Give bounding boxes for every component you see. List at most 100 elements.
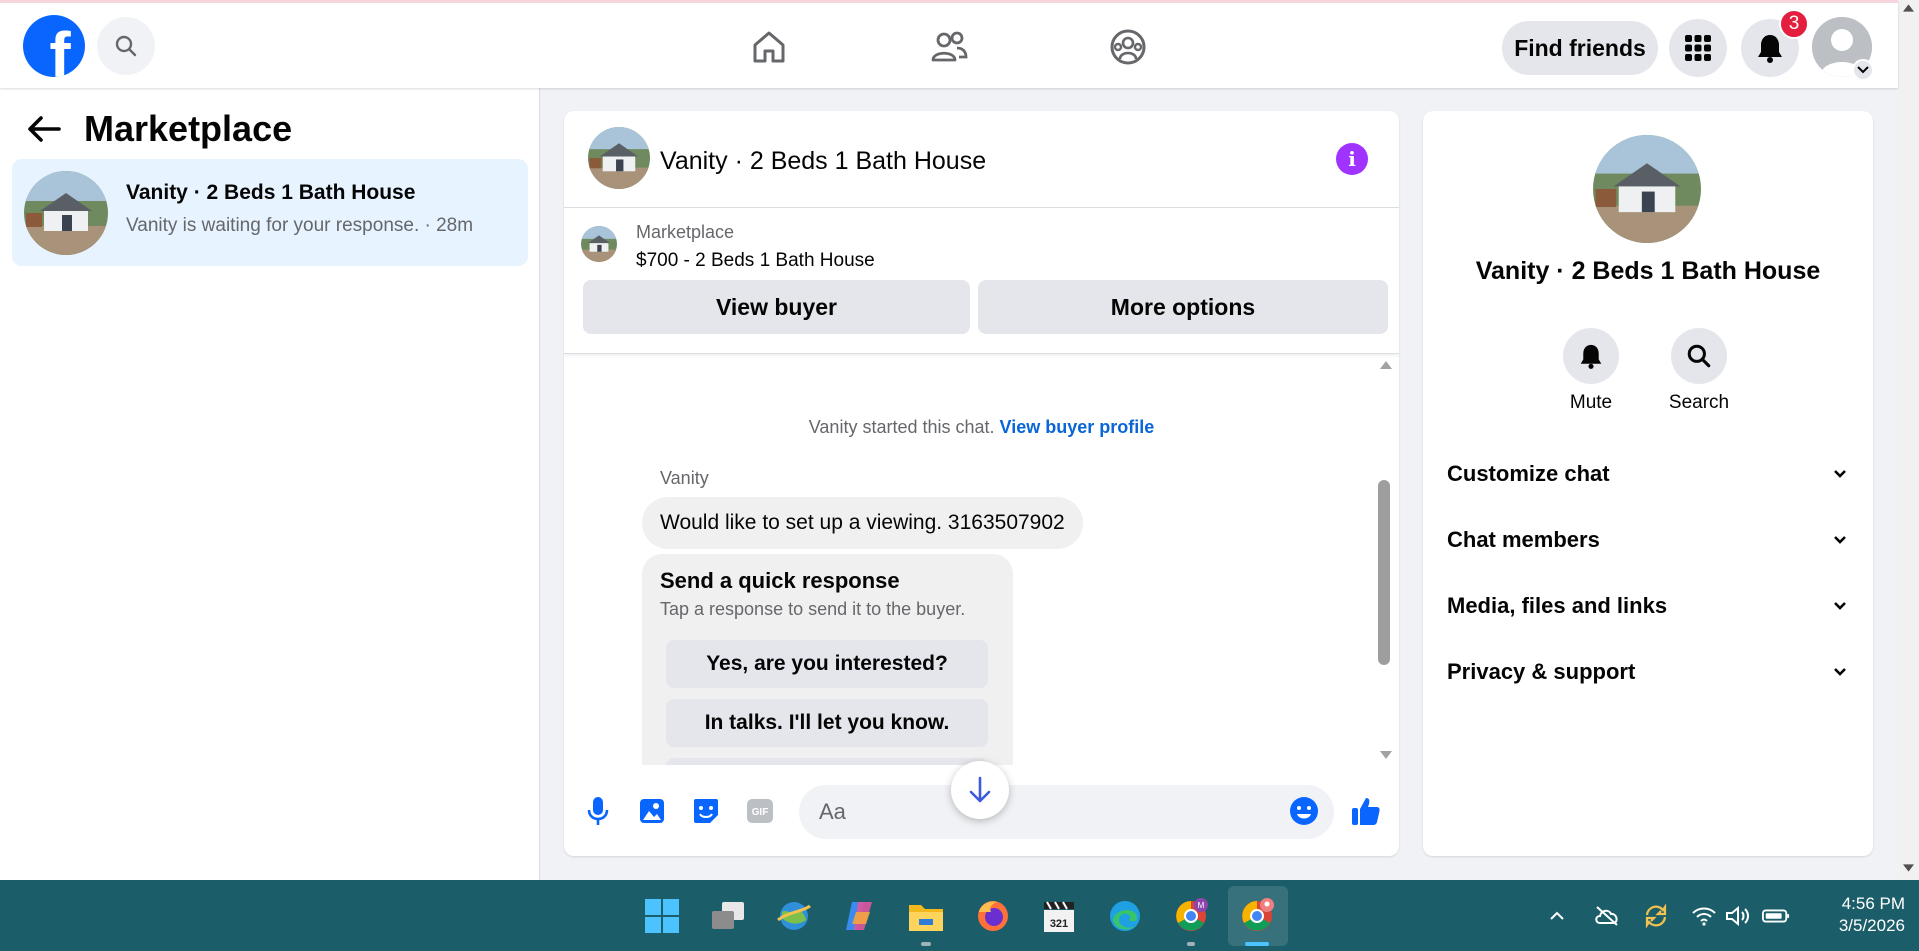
firefox-icon (978, 901, 1008, 931)
chrome-icon: M (1176, 898, 1208, 931)
battery-icon (1762, 909, 1790, 923)
taskbar-app-globe[interactable] (774, 896, 814, 936)
home-tab[interactable] (745, 23, 793, 71)
system-clock[interactable]: 4:56 PM 3/5/2026 (1805, 893, 1905, 937)
taskbar-app-edge[interactable] (1105, 896, 1145, 936)
taskbar-app-file-explorer[interactable] (906, 896, 946, 936)
message-composer: GIF (564, 761, 1399, 856)
find-friends-button[interactable]: Find friends (1502, 21, 1658, 75)
microphone-icon (587, 797, 609, 825)
copilot-icon (846, 902, 872, 930)
chevron-down-icon (1834, 668, 1846, 676)
chat-scrollbar-thumb[interactable] (1378, 480, 1390, 665)
groups-tab[interactable] (1104, 23, 1152, 71)
media-files-links-section[interactable]: Media, files and links (1447, 586, 1847, 626)
info-icon[interactable]: i (1336, 143, 1368, 175)
quick-response-title: Send a quick response (660, 568, 900, 593)
search-icon (1687, 344, 1711, 368)
sync-status[interactable] (1642, 902, 1670, 930)
chrome-icon (1242, 898, 1274, 931)
section-label: Media, files and links (1447, 593, 1668, 618)
voice-clip-button[interactable] (582, 795, 614, 827)
quick-response-option[interactable] (666, 758, 988, 765)
quick-response-card: Send a quick response Tap a response to … (642, 554, 1013, 765)
view-buyer-profile-link[interactable]: View buyer profile (1000, 417, 1155, 437)
search-icon (115, 35, 137, 57)
listing-thumbnail (581, 226, 617, 262)
sticker-button[interactable] (690, 795, 722, 827)
start-button[interactable] (642, 896, 682, 936)
message-input[interactable] (799, 785, 1334, 839)
chevron-down-icon (1834, 536, 1846, 544)
chat-profile-photo[interactable] (1593, 135, 1701, 243)
svg-text:321: 321 (1050, 918, 1068, 930)
taskbar-app-copilot[interactable] (840, 896, 880, 936)
search-label: Search (1668, 392, 1730, 413)
gif-button[interactable]: GIF (744, 795, 776, 827)
thumbs-up-icon (1352, 798, 1380, 825)
top-navigation-bar: f Find friends 3 (0, 0, 1898, 88)
wifi-icon (1692, 907, 1716, 926)
attach-photo-button[interactable] (636, 795, 668, 827)
quick-response-option[interactable]: Yes, are you interested? (666, 640, 988, 688)
quick-response-subtitle: Tap a response to send it to the buyer. (660, 599, 966, 619)
chevron-down-icon (1834, 602, 1846, 610)
menu-button[interactable] (1669, 19, 1727, 77)
sync-icon (1645, 903, 1667, 929)
section-label: Privacy & support (1447, 659, 1636, 684)
scroll-to-bottom-button[interactable] (951, 761, 1009, 819)
system-message: Vanity started this chat. View buyer pro… (564, 417, 1374, 438)
search-button[interactable] (97, 17, 155, 75)
svg-text:M: M (1198, 901, 1205, 910)
task-view-button[interactable] (708, 896, 748, 936)
taskbar-app-firefox[interactable] (973, 896, 1013, 936)
facebook-logo[interactable]: f (23, 15, 85, 77)
search-in-chat-button[interactable]: Search (1654, 328, 1744, 414)
scroll-down-arrow-icon (1903, 864, 1914, 872)
volume-status[interactable] (1724, 902, 1752, 930)
quick-response-option[interactable]: In talks. I'll let you know. (666, 699, 988, 747)
bell-icon (1758, 35, 1782, 63)
onedrive-status[interactable] (1593, 902, 1621, 930)
view-buyer-button[interactable]: View buyer (583, 280, 970, 334)
home-icon (753, 31, 785, 63)
more-options-button[interactable]: More options (978, 280, 1388, 334)
chat-panel: Vanity · 2 Beds 1 Bath House i Marketpla… (564, 111, 1399, 856)
image-icon (640, 799, 664, 823)
clapperboard-icon: 321 (1044, 901, 1074, 932)
page-scrollbar[interactable] (1898, 0, 1919, 880)
battery-status[interactable] (1762, 902, 1790, 930)
friends-tab[interactable] (925, 23, 973, 71)
mute-button[interactable]: Mute (1546, 328, 1636, 414)
listing-title[interactable]: $700 - 2 Beds 1 Bath House (636, 250, 875, 272)
edge-icon (1110, 901, 1140, 931)
windows-taskbar: 321 M 4:56 PM 3/5/2026 (0, 880, 1919, 951)
friends-icon (931, 31, 968, 62)
emoji-button[interactable] (1288, 795, 1320, 827)
back-button[interactable] (26, 114, 62, 149)
chevron-down-icon (1834, 470, 1846, 478)
taskbar-app-chrome-profile[interactable] (1237, 896, 1277, 936)
emoji-icon (1290, 797, 1318, 825)
chat-members-section[interactable]: Chat members (1447, 520, 1847, 560)
arrow-left-icon (28, 116, 61, 142)
privacy-support-section[interactable]: Privacy & support (1447, 652, 1847, 692)
conversation-list-item[interactable]: Vanity · 2 Beds 1 Bath House Vanity is w… (12, 159, 528, 266)
chevron-up-icon (1550, 911, 1564, 920)
listing-thumbnail (24, 171, 108, 255)
clock-time: 4:56 PM (1841, 894, 1905, 913)
taskbar-app-calendar[interactable]: 321 (1039, 896, 1079, 936)
running-indicator (921, 942, 931, 946)
chat-title[interactable]: Vanity · 2 Beds 1 Bath House (660, 147, 986, 176)
like-button[interactable] (1350, 795, 1382, 827)
wifi-status[interactable] (1690, 902, 1718, 930)
groups-icon (1110, 29, 1146, 65)
chat-avatar[interactable] (588, 127, 650, 189)
show-hidden-icons-button[interactable] (1543, 902, 1571, 930)
taskbar-app-chrome[interactable]: M (1171, 896, 1211, 936)
page-title: Marketplace (84, 108, 293, 149)
listing-source: Marketplace (636, 222, 735, 242)
account-menu-caret[interactable] (1852, 59, 1874, 81)
message-bubble[interactable]: Would like to set up a viewing. 31635079… (642, 497, 1083, 549)
customize-chat-section[interactable]: Customize chat (1447, 454, 1847, 494)
